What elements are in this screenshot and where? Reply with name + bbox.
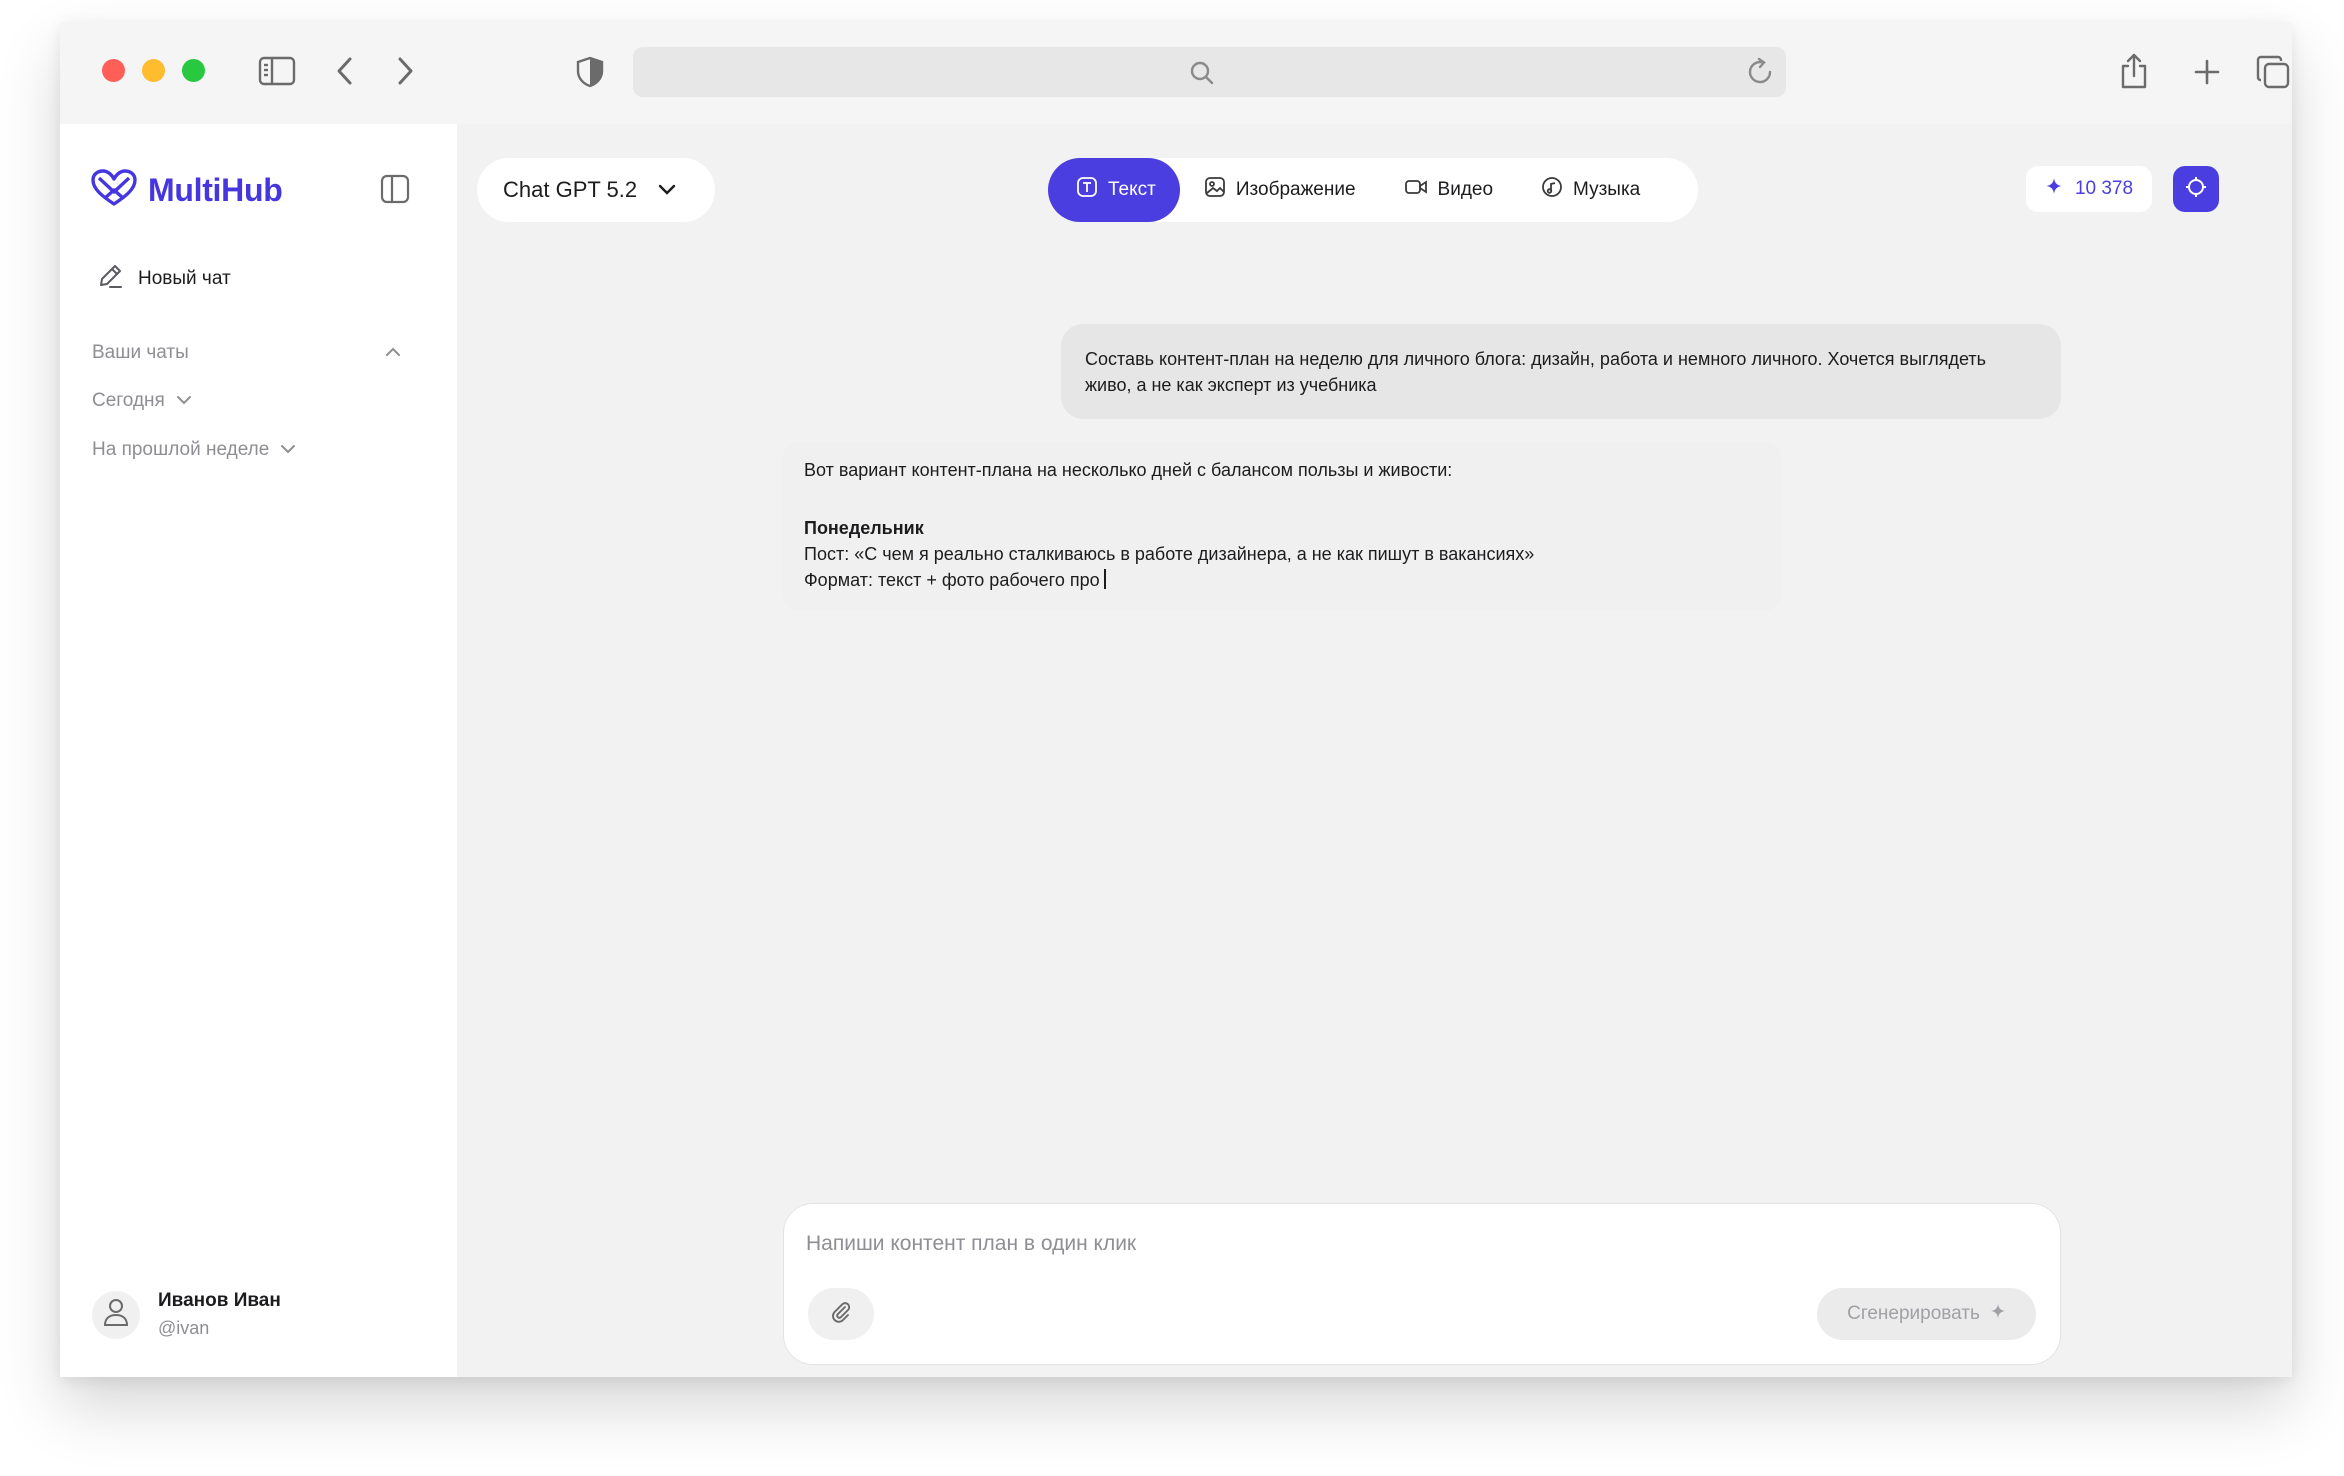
close-window-button[interactable] — [102, 59, 125, 82]
tab-label: Музыка — [1573, 179, 1641, 200]
your-chats-label: Ваши чаты — [92, 342, 189, 363]
assistant-intro: Вот вариант контент-плана на несколько д… — [804, 460, 1453, 480]
tabs-overview-icon[interactable] — [2255, 54, 2291, 90]
new-chat-label: Новый чат — [138, 268, 231, 289]
back-icon[interactable] — [335, 56, 355, 86]
generate-label: Сгенерировать — [1847, 1303, 1980, 1324]
collapse-sidebar-icon[interactable] — [380, 174, 410, 209]
credits-value: 10 378 — [2074, 178, 2134, 199]
user-icon — [102, 1297, 130, 1332]
paperclip-icon — [829, 1300, 853, 1329]
logo-text: MultiHub — [148, 172, 283, 208]
text-icon — [1076, 176, 1098, 204]
assistant-message: Вот вариант контент-плана на несколько д… — [782, 441, 1782, 611]
avatar — [92, 1290, 140, 1339]
reload-icon[interactable] — [1744, 56, 1776, 93]
video-icon — [1404, 177, 1428, 203]
profile-info: Иванов Иван @ivan — [158, 1290, 281, 1339]
assistant-day-title: Понедельник — [804, 518, 924, 538]
message-composer: Сгенерировать — [783, 1203, 2061, 1365]
chevron-down-icon — [657, 177, 677, 203]
profile-name: Иванов Иван — [158, 1290, 281, 1311]
chevron-up-icon — [384, 342, 402, 364]
browser-window: MultiHub Новый чат Ваши чаты Сегодня На … — [60, 22, 2292, 1377]
chevron-down-icon — [279, 439, 297, 461]
tab-label: Видео — [1437, 179, 1494, 200]
share-icon[interactable] — [2118, 52, 2150, 90]
main-content: Chat GPT 5.2 Текст Изображение Видео Муз… — [457, 124, 2292, 1377]
zoom-window-button[interactable] — [182, 59, 205, 82]
music-icon — [1541, 176, 1563, 204]
chat-group-today[interactable]: Сегодня — [92, 390, 193, 412]
tab-text[interactable]: Текст — [1048, 158, 1180, 222]
chat-group-last-week[interactable]: На прошлой неделе — [92, 439, 297, 461]
credits-balance[interactable]: 10 378 — [2026, 166, 2152, 212]
sparkle-icon — [1990, 1303, 2006, 1325]
image-icon — [1204, 176, 1226, 204]
attach-button[interactable] — [808, 1288, 874, 1340]
sparkle-icon — [2045, 177, 2063, 201]
shield-icon[interactable] — [575, 56, 605, 88]
settings-button[interactable] — [2173, 166, 2219, 212]
logo[interactable]: MultiHub — [90, 168, 283, 213]
minimize-window-button[interactable] — [142, 59, 165, 82]
forward-icon[interactable] — [395, 56, 415, 86]
browser-toolbar — [60, 22, 2292, 124]
assistant-format-row: Формат: текст + фото рабочего про — [804, 567, 1760, 593]
settings-icon — [2184, 175, 2208, 204]
sidebar-toggle-icon[interactable] — [258, 56, 296, 86]
typing-cursor — [1103, 569, 1106, 589]
new-chat-button[interactable]: Новый чат — [96, 262, 231, 296]
chat-group-label: Сегодня — [92, 390, 165, 411]
generate-button[interactable]: Сгенерировать — [1817, 1288, 2036, 1340]
assistant-format-line: Формат: текст + фото рабочего про — [804, 570, 1100, 590]
profile-handle: @ivan — [158, 1318, 210, 1338]
window-controls — [102, 59, 205, 82]
user-profile[interactable]: Иванов Иван @ivan — [92, 1290, 281, 1339]
pencil-icon — [96, 262, 124, 296]
assistant-post-line: Пост: «С чем я реально сталкиваюсь в раб… — [804, 544, 1535, 564]
user-message: Составь контент-план на неделю для лично… — [1061, 324, 2061, 419]
your-chats-header[interactable]: Ваши чаты — [92, 342, 402, 364]
mode-tabs: Текст Изображение Видео Музыка — [1048, 158, 1698, 222]
tab-music[interactable]: Музыка — [1517, 158, 1664, 222]
prompt-input[interactable] — [806, 1226, 1906, 1262]
tab-label: Текст — [1108, 179, 1156, 200]
model-label: Chat GPT 5.2 — [503, 177, 638, 202]
multihub-logo-icon — [90, 168, 138, 213]
search-icon — [1189, 60, 1215, 91]
tab-video[interactable]: Видео — [1380, 158, 1518, 222]
tab-image[interactable]: Изображение — [1180, 158, 1380, 222]
chat-group-label: На прошлой неделе — [92, 439, 270, 460]
tab-label: Изображение — [1235, 179, 1356, 200]
chevron-down-icon — [175, 390, 193, 412]
address-bar[interactable] — [633, 47, 1786, 97]
sidebar: MultiHub Новый чат Ваши чаты Сегодня На … — [60, 124, 457, 1377]
new-tab-icon[interactable] — [2193, 58, 2221, 86]
model-selector[interactable]: Chat GPT 5.2 — [477, 158, 715, 222]
